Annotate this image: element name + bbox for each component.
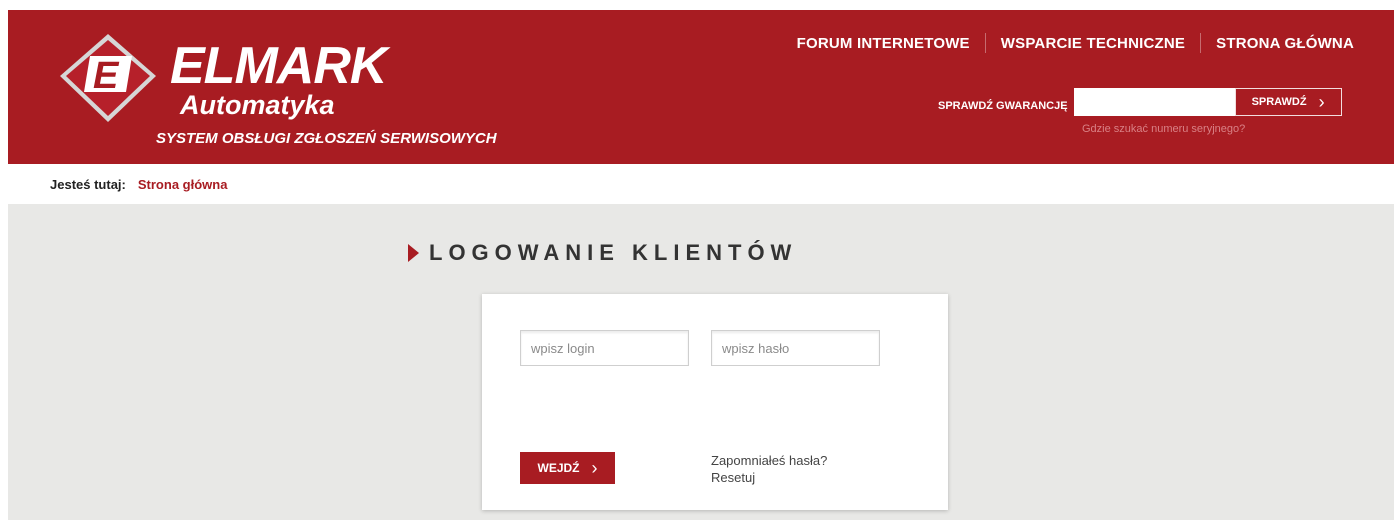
chevron-right-icon: › — [591, 458, 598, 478]
password-input[interactable] — [711, 330, 880, 366]
breadcrumb: Jesteś tutaj: Strona główna — [8, 164, 1394, 204]
login-submit-button[interactable]: WEJDŹ › — [520, 452, 615, 484]
login-form: WEJDŹ › Zapomniałeś hasła? Resetuj — [482, 294, 948, 510]
site-header: E ELMARK Automatyka SYSTEM OBSŁUGI ZGŁOS… — [8, 10, 1394, 164]
brand-name: ELMARK — [170, 37, 387, 95]
forgot-password-text: Zapomniałeś hasła? — [711, 453, 828, 468]
triangle-right-icon — [408, 244, 419, 262]
nav-support-link[interactable]: WSPARCIE TECHNICZNE — [1001, 35, 1185, 52]
warranty-check: SPRAWDŹ GWARANCJĘ SPRAWDŹ › — [938, 88, 1342, 116]
serial-number-input[interactable] — [1073, 88, 1235, 116]
brand-subtitle: Automatyka — [180, 90, 335, 120]
breadcrumb-home-link[interactable]: Strona główna — [138, 177, 228, 192]
svg-text:E: E — [93, 55, 120, 97]
breadcrumb-label: Jesteś tutaj: — [50, 176, 126, 192]
serial-number-help-link[interactable]: Gdzie szukać numeru seryjnego? — [1082, 123, 1245, 135]
warranty-label: SPRAWDŹ GWARANCJĘ — [938, 100, 1068, 112]
logo[interactable]: E ELMARK Automatyka SYSTEM OBSŁUGI ZGŁOS… — [56, 32, 506, 152]
nav-forum-link[interactable]: FORUM INTERNETOWE — [797, 35, 970, 52]
page-title-text: LOGOWANIE KLIENTÓW — [429, 240, 798, 265]
check-warranty-button[interactable]: SPRAWDŹ › — [1234, 88, 1342, 116]
page: E ELMARK Automatyka SYSTEM OBSŁUGI ZGŁOS… — [8, 10, 1394, 520]
nav-divider — [1200, 33, 1202, 53]
check-warranty-button-label: SPRAWDŹ — [1251, 96, 1307, 108]
chevron-right-icon: › — [1318, 92, 1325, 112]
system-title: SYSTEM OBSŁUGI ZGŁOSZEŃ SERWISOWYCH — [156, 130, 497, 147]
nav-home-link[interactable]: STRONA GŁÓWNA — [1216, 35, 1354, 52]
nav-divider — [984, 33, 986, 53]
login-submit-label: WEJDŹ — [537, 461, 580, 475]
page-title: LOGOWANIE KLIENTÓW — [408, 240, 797, 266]
elmark-logo-icon: E — [60, 34, 156, 122]
top-navigation: FORUM INTERNETOWE WSPARCIE TECHNICZNE ST… — [797, 33, 1354, 53]
forgot-password: Zapomniałeś hasła? Resetuj — [711, 452, 827, 486]
main-content: LOGOWANIE KLIENTÓW WEJDŹ › Zapomniałeś h… — [8, 204, 1394, 520]
login-input[interactable] — [520, 330, 689, 366]
reset-password-link[interactable]: Resetuj — [711, 469, 827, 486]
